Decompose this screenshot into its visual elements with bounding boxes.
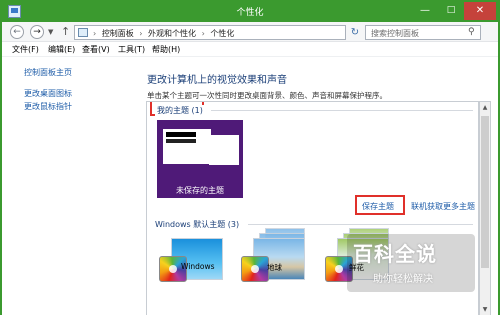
personalization-window: 个性化 — □ ✕ ← → ▼ ↑ › 控制面板 › 外观和个性化 › 个性化 … [0,0,500,315]
watermark-title: 百科全说 [353,242,437,266]
theme-label-earth: 地球 [267,263,282,272]
theme-preview-window [163,129,211,164]
forward-arrow-icon[interactable]: → [30,25,44,39]
menu-help[interactable]: 帮助(H) [152,44,180,55]
breadcrumb-chevron-icon: › [93,29,97,38]
sidebar-link-mouse-pointers[interactable]: 更改鼠标指针 [24,101,72,112]
menu-file[interactable]: 文件(F) [12,44,39,55]
search-placeholder: 搜索控制面板 [371,29,419,38]
close-button[interactable]: ✕ [464,2,496,20]
up-arrow-icon[interactable]: ↑ [61,25,70,38]
title-bar[interactable]: 个性化 — □ ✕ [2,2,498,22]
refresh-icon[interactable]: ↻ [348,25,362,40]
maximize-button[interactable]: □ [438,2,464,20]
search-icon[interactable]: ⚲ [468,27,475,37]
my-themes-group-label: 我的主题 (1) [155,105,205,116]
watermark: 百科全说 助你轻松解决 [347,234,475,292]
sidebar: 控制面板主页 更改桌面图标 更改鼠标指针 [2,57,142,315]
breadcrumb-chevron-icon: › [201,29,205,38]
theme-preview-window [209,135,239,165]
online-themes-link[interactable]: 联机获取更多主题 [411,201,475,212]
breadcrumb: › 控制面板 › 外观和个性化 › 个性化 [93,28,237,39]
scrollbar-thumb[interactable] [481,116,489,268]
sidebar-link-control-panel-home[interactable]: 控制面板主页 [24,67,72,78]
scroll-down-icon[interactable]: ▼ [480,304,490,315]
sidebar-link-desktop-icons[interactable]: 更改桌面图标 [24,88,72,99]
color-palette-icon [241,256,269,282]
watermark-subtitle: 助你轻松解决 [373,274,433,285]
address-bar: ← → ▼ ↑ › 控制面板 › 外观和个性化 › 个性化 ▼ ↻ 搜索控制面板… [2,22,498,42]
breadcrumb-chevron-icon: › [139,29,143,38]
menu-tools[interactable]: 工具(T) [118,44,145,55]
recent-pages-chevron-icon[interactable]: ▼ [48,28,53,36]
windows-themes-group-label: Windows 默认主题 (3) [155,220,240,229]
back-arrow-icon[interactable]: ← [10,25,24,39]
group-divider [211,110,473,111]
search-input[interactable]: 搜索控制面板 ⚲ [365,25,481,40]
preview-bar [166,139,196,143]
page-heading: 更改计算机上的视觉效果和声音 [147,75,287,86]
minimize-button[interactable]: — [412,2,438,20]
vertical-scrollbar[interactable]: ▲ ▼ [479,101,491,315]
address-field[interactable]: › 控制面板 › 外观和个性化 › 个性化 ▼ [74,25,414,40]
group-divider [248,224,473,225]
breadcrumb-item-personalization[interactable]: 个性化 [210,29,234,38]
preview-bar [166,132,196,137]
theme-tile-unsaved[interactable]: 未保存的主题 [157,120,243,198]
breadcrumb-item-appearance[interactable]: 外观和个性化 [148,29,196,38]
control-panel-icon [78,28,88,37]
menu-bar: 文件(F) 编辑(E) 查看(V) 工具(T) 帮助(H) [2,42,498,57]
menu-edit[interactable]: 编辑(E) [48,44,75,55]
theme-label-unsaved: 未保存的主题 [176,186,224,195]
save-theme-link[interactable]: 保存主题 [362,201,394,212]
page-description: 单击某个主题可一次性同时更改桌面背景、颜色、声音和屏幕保护程序。 [147,91,387,100]
theme-label-windows: Windows [181,262,215,271]
menu-view[interactable]: 查看(V) [82,44,110,55]
breadcrumb-item-control-panel[interactable]: 控制面板 [102,29,134,38]
scroll-up-icon[interactable]: ▲ [480,102,490,114]
